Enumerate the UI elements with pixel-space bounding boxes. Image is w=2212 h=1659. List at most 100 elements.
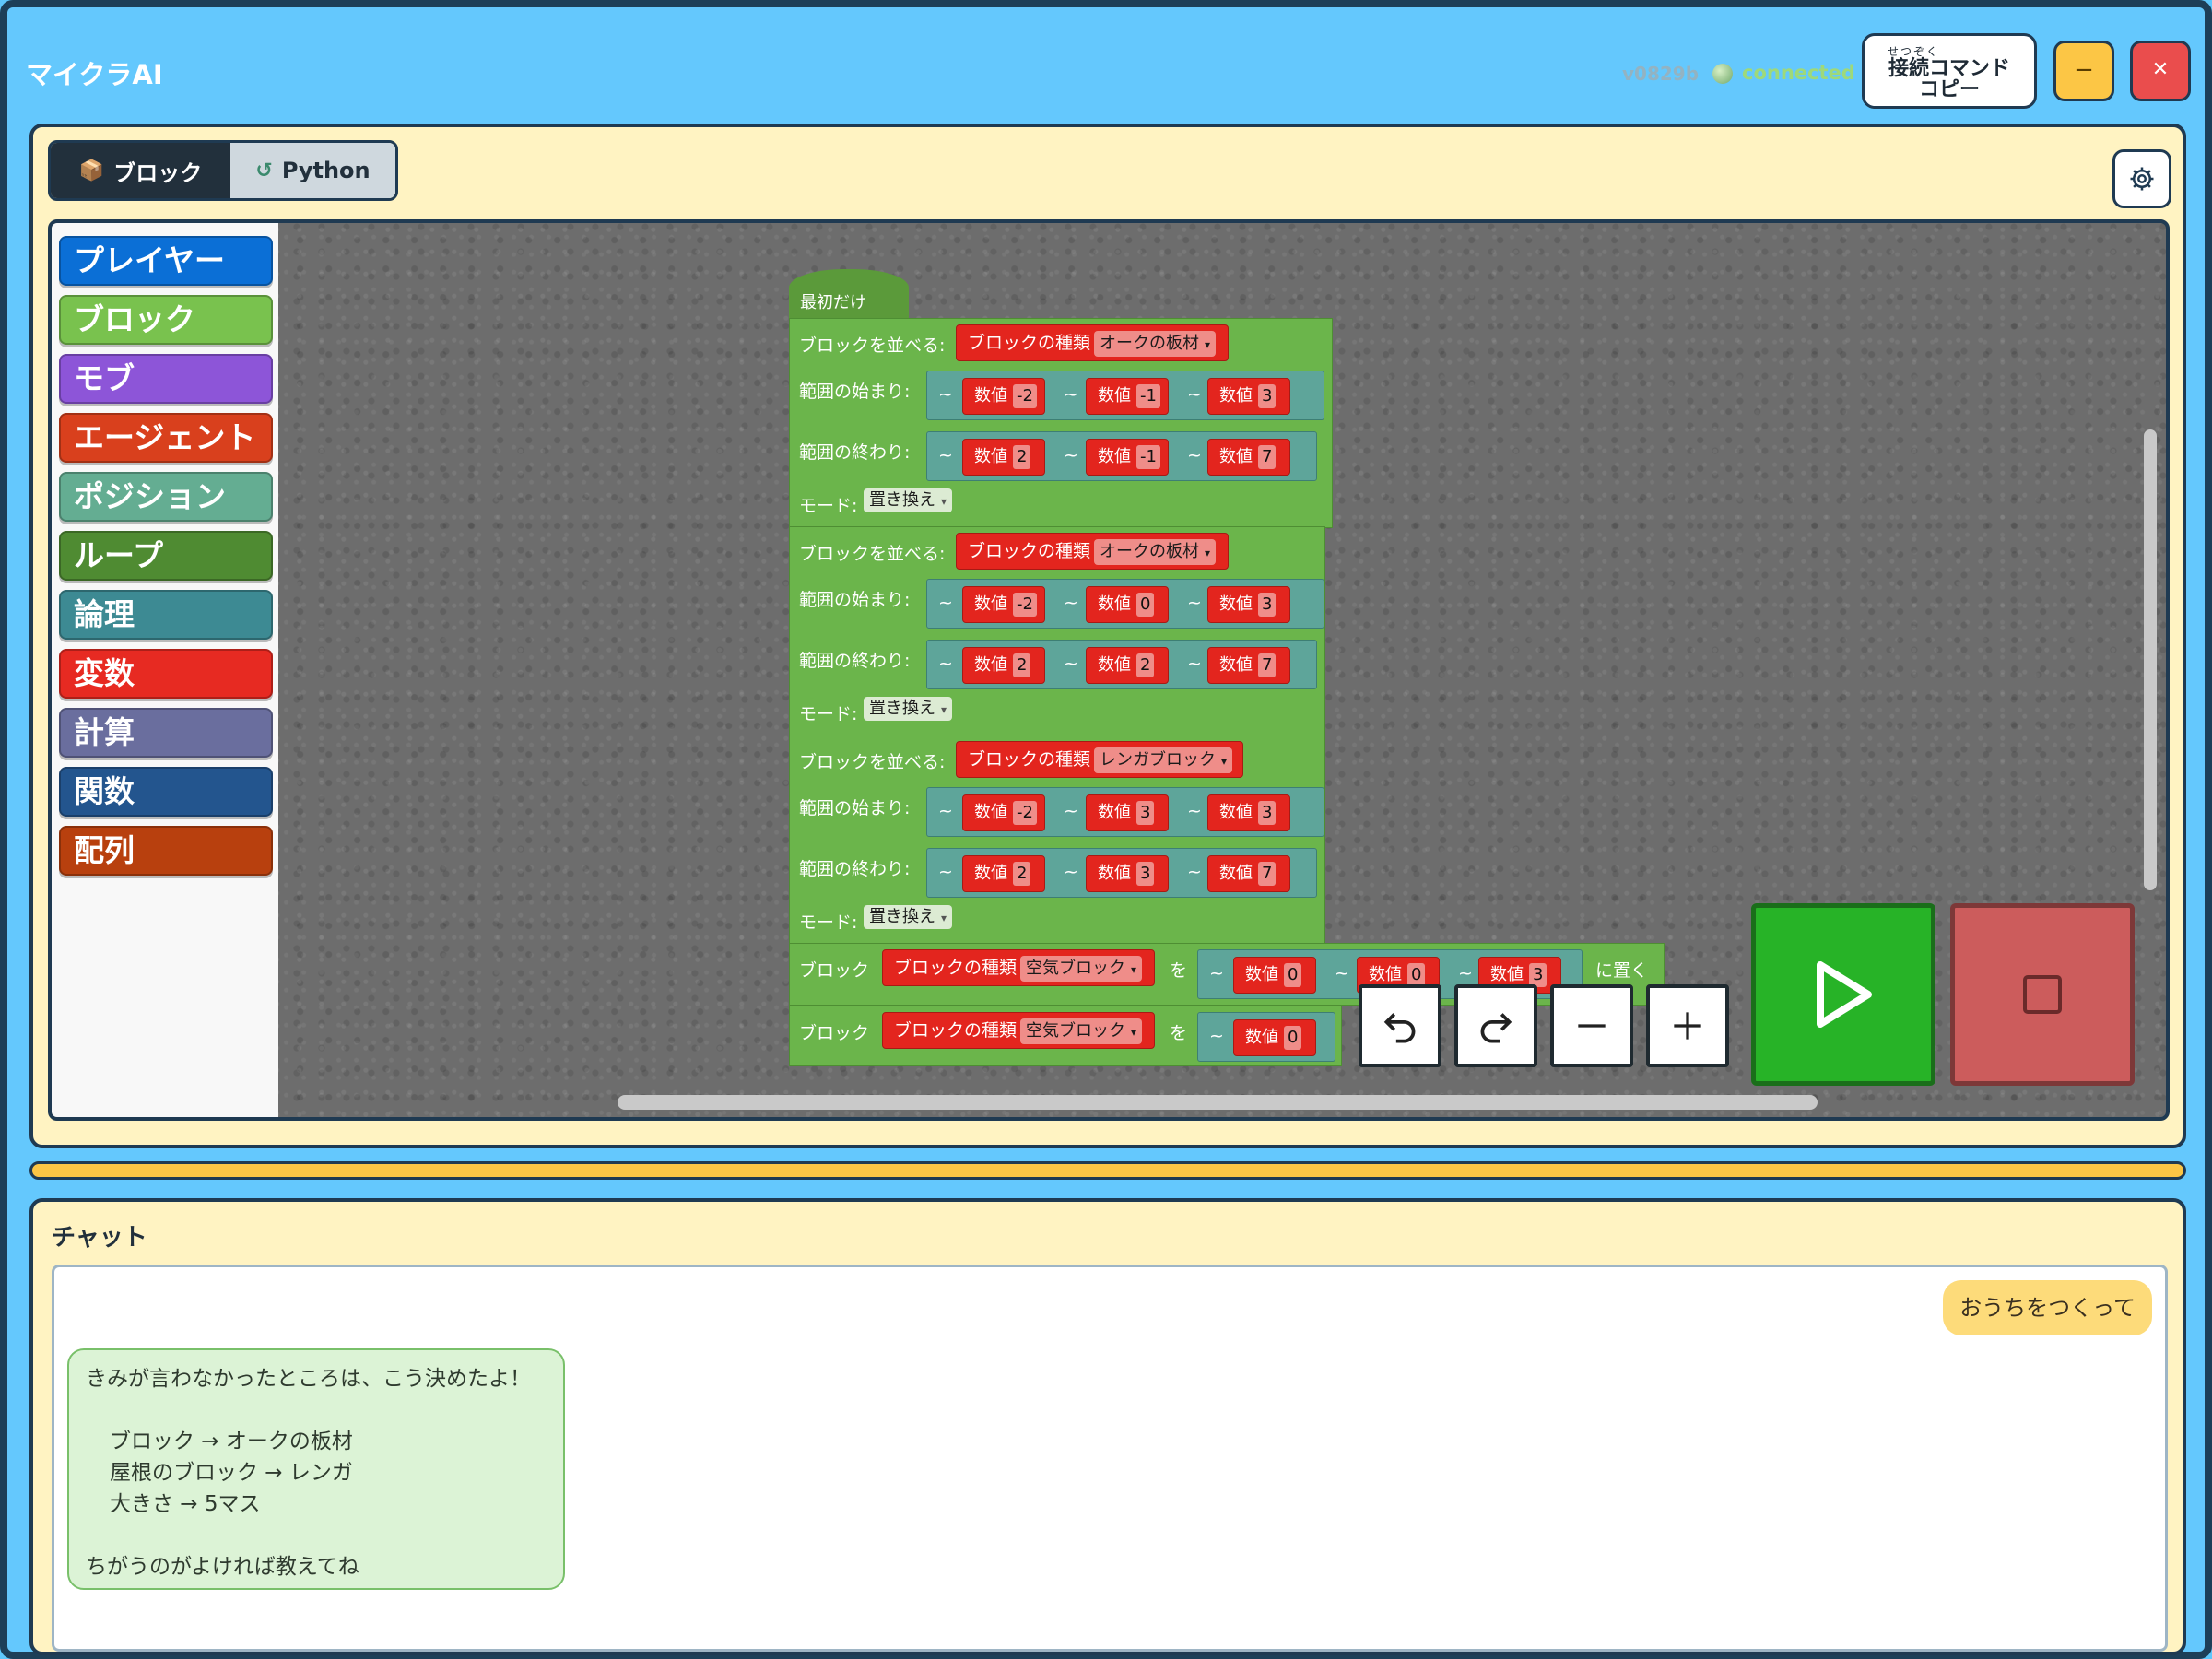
- mode-dropdown[interactable]: 置き換え ▾: [864, 488, 953, 512]
- stop-button[interactable]: [1950, 903, 2135, 1086]
- number-block-label: 数値: [1369, 965, 1402, 984]
- minimize-button[interactable]: −: [2053, 41, 2114, 101]
- number-value[interactable]: 3: [1136, 801, 1155, 825]
- number-block[interactable]: 数値 3: [1207, 794, 1290, 831]
- redo-button[interactable]: [1454, 984, 1537, 1067]
- number-value[interactable]: 0: [1284, 963, 1302, 987]
- number-block-label: 数値: [974, 655, 1007, 675]
- block-type-block[interactable]: ブロックの種類 空気ブロック ▾: [882, 1012, 1155, 1049]
- settings-button[interactable]: [2112, 149, 2171, 208]
- toolbox-category[interactable]: 配列: [59, 826, 273, 876]
- close-button[interactable]: ✕: [2130, 41, 2191, 101]
- number-value[interactable]: -1: [1136, 384, 1160, 408]
- toolbox-category[interactable]: 計算: [59, 708, 273, 758]
- toolbox-category[interactable]: ブロック: [59, 295, 273, 345]
- block-type-dropdown[interactable]: オークの板材 ▾: [1094, 331, 1217, 357]
- toolbox-category[interactable]: プレイヤー: [59, 236, 273, 286]
- run-button[interactable]: [1751, 903, 1936, 1086]
- number-value[interactable]: 3: [1258, 593, 1277, 617]
- place-block-label: ブロック: [799, 960, 870, 981]
- block-type-dropdown[interactable]: レンガブロック ▾: [1094, 747, 1233, 773]
- number-block[interactable]: 数値 0: [1233, 1019, 1316, 1056]
- toolbox-category[interactable]: 変数: [59, 649, 273, 699]
- number-block[interactable]: 数値 3: [1207, 378, 1290, 415]
- fill-blocks-block[interactable]: ブロックを並べる: ブロックの種類 オークの板材 ▾ 範囲の始まり: ~ 数値 -2 ~ 数値 -1…: [789, 318, 1333, 528]
- place-block-block[interactable]: ブロック ブロックの種類 空気ブロック ▾ を ~ 数値 0: [789, 1006, 1342, 1066]
- number-value[interactable]: 7: [1258, 653, 1277, 677]
- block-type-block[interactable]: ブロックの種類 空気ブロック ▾: [882, 949, 1155, 986]
- number-value[interactable]: 2: [1013, 653, 1031, 677]
- undo-button[interactable]: [1359, 984, 1441, 1067]
- number-block[interactable]: 数値 7: [1207, 439, 1290, 476]
- number-value[interactable]: -2: [1013, 593, 1037, 617]
- zoom-in-button[interactable]: [1646, 984, 1729, 1067]
- toolbox-category[interactable]: モブ: [59, 354, 273, 404]
- fill-blocks-block[interactable]: ブロックを並べる: ブロックの種類 オークの板材 ▾ 範囲の始まり: ~ 数値 -2 ~ 数値 0 ~…: [789, 526, 1325, 736]
- number-block[interactable]: 数値 0: [1086, 586, 1169, 623]
- chat-log[interactable]: おうちをつくって きみが言わなかったところは、こう決めたよ！ ブロック → オー…: [52, 1265, 2168, 1652]
- number-block[interactable]: 数値 2: [962, 855, 1045, 892]
- position-vector-block[interactable]: ~ 数値 2 ~ 数値 2 ~ 数値 7: [926, 640, 1317, 689]
- number-value[interactable]: 2: [1013, 862, 1031, 886]
- fill-blocks-block[interactable]: ブロックを並べる: ブロックの種類 レンガブロック ▾ 範囲の始まり: ~ 数値 -2 ~ 数値 3…: [789, 735, 1325, 945]
- number-value[interactable]: 2: [1013, 445, 1031, 469]
- block-type-dropdown[interactable]: 空気ブロック ▾: [1020, 1018, 1143, 1044]
- number-block[interactable]: 数値 3: [1086, 794, 1169, 831]
- toolbox-category[interactable]: エージェント: [59, 413, 273, 463]
- number-block[interactable]: 数値 -2: [962, 378, 1045, 415]
- number-value[interactable]: 3: [1258, 801, 1277, 825]
- position-vector-block[interactable]: ~ 数値 2 ~ 数値 3 ~ 数値 7: [926, 848, 1317, 898]
- toolbox-category[interactable]: 関数: [59, 767, 273, 817]
- number-value[interactable]: -2: [1013, 384, 1037, 408]
- horizontal-scrollbar[interactable]: [618, 1095, 1818, 1110]
- number-block[interactable]: 数値 7: [1207, 647, 1290, 684]
- block-type-dropdown[interactable]: オークの板材 ▾: [1094, 539, 1217, 565]
- number-block[interactable]: 数値 -1: [1086, 378, 1169, 415]
- number-value[interactable]: 2: [1136, 653, 1155, 677]
- mode-dropdown[interactable]: 置き換え ▾: [864, 697, 953, 721]
- number-value[interactable]: 3: [1258, 384, 1277, 408]
- number-value[interactable]: -1: [1136, 445, 1160, 469]
- position-vector-block[interactable]: ~ 数値 -2 ~ 数値 3 ~ 数値 3: [926, 787, 1324, 837]
- block-stack[interactable]: ブロックを並べる: ブロックの種類 オークの板材 ▾ 範囲の始まり: ~ 数値 -2 ~ 数値 -1…: [789, 318, 1665, 1083]
- number-block-label: 数値: [1219, 594, 1253, 614]
- block-type-dropdown[interactable]: 空気ブロック ▾: [1020, 956, 1143, 982]
- number-block[interactable]: 数値 3: [1086, 855, 1169, 892]
- number-value[interactable]: 7: [1258, 445, 1277, 469]
- number-value[interactable]: 7: [1258, 862, 1277, 886]
- number-value[interactable]: 0: [1136, 593, 1155, 617]
- tab-blocks[interactable]: 📦 ブロック: [51, 143, 230, 198]
- position-vector-block[interactable]: ~ 数値 -2 ~ 数値 -1 ~ 数値 3: [926, 371, 1324, 420]
- block-type-block[interactable]: ブロックの種類 オークの板材 ▾: [956, 324, 1229, 361]
- zoom-out-button[interactable]: [1550, 984, 1633, 1067]
- number-block[interactable]: 数値 -2: [962, 586, 1045, 623]
- number-block[interactable]: 数値 0: [1233, 957, 1316, 994]
- toolbox-category[interactable]: ループ: [59, 531, 273, 581]
- number-block[interactable]: 数値 3: [1207, 586, 1290, 623]
- block-type-block[interactable]: ブロックの種類 レンガブロック ▾: [956, 741, 1243, 778]
- number-value[interactable]: 3: [1136, 862, 1155, 886]
- position-vector-block[interactable]: ~ 数値 -2 ~ 数値 0 ~ 数値 3: [926, 579, 1324, 629]
- number-value[interactable]: -2: [1013, 801, 1037, 825]
- number-block[interactable]: 数値 -1: [1086, 439, 1169, 476]
- toolbox-category[interactable]: ポジション: [59, 472, 273, 522]
- position-vector-block[interactable]: ~ 数値 2 ~ 数値 -1 ~ 数値 7: [926, 431, 1317, 481]
- panel-resize-handle[interactable]: [29, 1161, 2186, 1180]
- tab-python[interactable]: ↺ Python: [230, 143, 395, 198]
- number-value[interactable]: 0: [1284, 1026, 1302, 1050]
- number-block[interactable]: 数値 -2: [962, 794, 1045, 831]
- block-type-label: ブロックの種類: [894, 1020, 1018, 1041]
- block-type-block[interactable]: ブロックの種類 オークの板材 ▾: [956, 533, 1229, 570]
- block-workspace[interactable]: プレイヤー ブロック モブ エージェント ポジション ループ 論理 変数 計算 関数 配列 最初だけ…: [48, 219, 2170, 1121]
- number-block[interactable]: 数値 7: [1207, 855, 1290, 892]
- mode-dropdown[interactable]: 置き換え ▾: [864, 905, 953, 929]
- toolbox-category[interactable]: 論理: [59, 590, 273, 640]
- hat-block-on-start[interactable]: 最初だけ: [789, 269, 909, 321]
- vertical-scrollbar[interactable]: [2144, 429, 2157, 890]
- position-vector-block[interactable]: ~ 数値 0: [1197, 1012, 1335, 1062]
- number-block[interactable]: 数値 2: [962, 647, 1045, 684]
- number-block[interactable]: 数値 2: [962, 439, 1045, 476]
- tilde-label: ~: [1064, 862, 1078, 882]
- number-block[interactable]: 数値 2: [1086, 647, 1169, 684]
- copy-connect-command-button[interactable]: せつぞく 接続コマンド コピー: [1862, 33, 2037, 109]
